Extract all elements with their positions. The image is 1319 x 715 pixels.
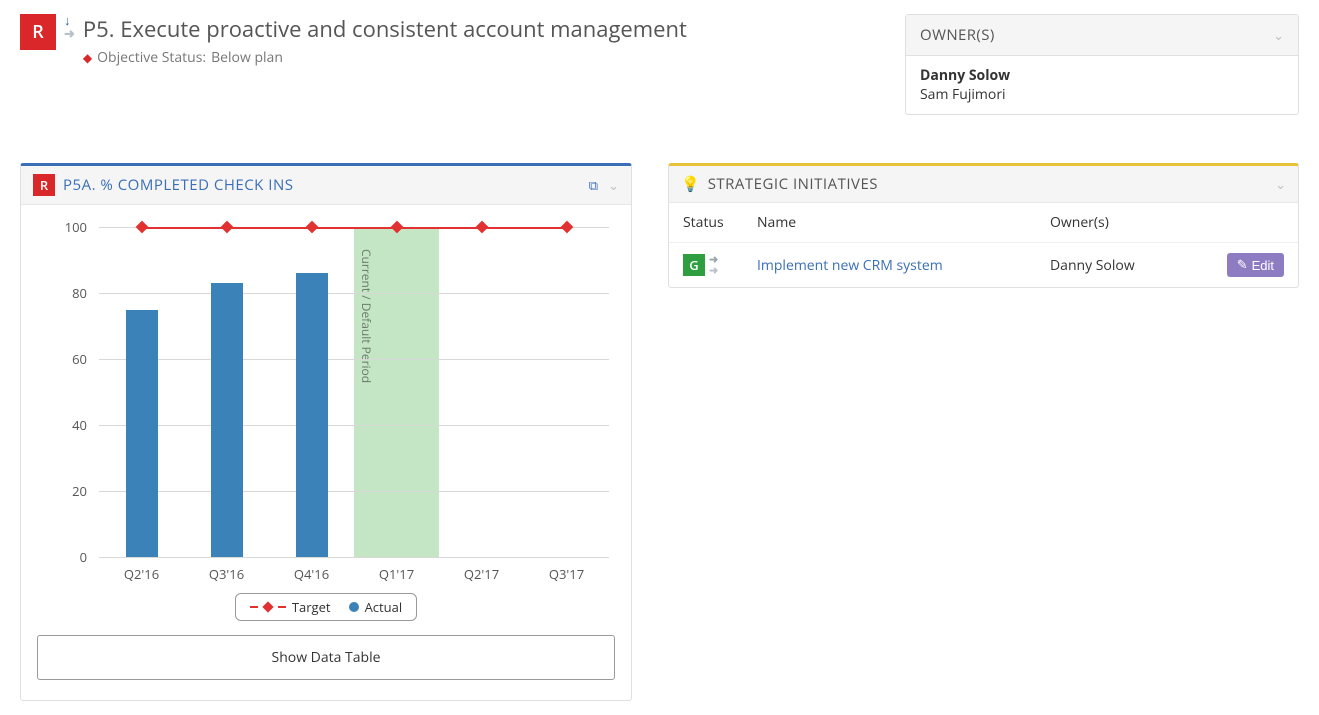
- objective-status-line: ◆ Objective Status: Below plan: [83, 48, 687, 67]
- gridline: [99, 425, 609, 426]
- target-point[interactable]: [560, 221, 573, 234]
- x-axis-tick-label: Q1'17: [354, 565, 439, 583]
- col-status: Status: [683, 213, 743, 232]
- gridline: [99, 359, 609, 360]
- pencil-icon: ✎: [1237, 257, 1248, 273]
- y-axis-tick-label: 60: [27, 350, 87, 368]
- x-axis-tick-label: Q4'16: [269, 565, 354, 583]
- chart-title: P5A. % COMPLETED CHECK INS: [63, 175, 581, 195]
- initiatives-panel: 💡 STRATEGIC INITIATIVES ⌄ Status Name Ow…: [668, 163, 1299, 288]
- initiative-row: G➜➜ Implement new CRM system Danny Solow ✎ …: [669, 243, 1298, 287]
- col-owner: Owner(s): [1050, 213, 1210, 232]
- initiative-owner: Danny Solow: [1050, 256, 1210, 275]
- chart-status-badge: R: [33, 174, 55, 196]
- y-axis-tick-label: 80: [27, 284, 87, 302]
- collapse-toggle-icon[interactable]: ⌄: [1273, 26, 1284, 44]
- x-axis-tick-label: Q3'17: [524, 565, 609, 583]
- owners-panel: OWNER(S) ⌄ Danny Solow Sam Fujimori: [905, 14, 1299, 115]
- y-axis-tick-label: 100: [27, 218, 87, 236]
- x-axis-tick-label: Q2'17: [439, 565, 524, 583]
- objective-status-label: Objective Status:: [97, 48, 206, 67]
- legend-actual[interactable]: Actual: [349, 598, 403, 616]
- gridline: [99, 491, 609, 492]
- target-point[interactable]: [305, 221, 318, 234]
- owners-panel-title: OWNER(S): [920, 25, 995, 45]
- cascade-arrow-icon[interactable]: ➜➜: [709, 254, 718, 276]
- col-name: Name: [757, 213, 1036, 232]
- target-line: [142, 227, 567, 229]
- target-point[interactable]: [220, 221, 233, 234]
- owner-secondary: Sam Fujimori: [920, 85, 1284, 104]
- initiative-name-link[interactable]: Implement new CRM system: [757, 256, 943, 275]
- initiatives-panel-title: STRATEGIC INITIATIVES: [708, 174, 1267, 194]
- initiatives-header-row: Status Name Owner(s): [669, 203, 1298, 243]
- x-axis-tick-label: Q3'16: [184, 565, 269, 583]
- target-point[interactable]: [135, 221, 148, 234]
- lightbulb-icon: 💡: [681, 174, 700, 194]
- y-axis-tick-label: 20: [27, 482, 87, 500]
- show-data-table-button[interactable]: Show Data Table: [37, 635, 615, 680]
- initiatives-collapse-icon[interactable]: ⌄: [1275, 175, 1286, 193]
- chart-area: Current / Default Period 0 20 40 60 80 100 Q2'…: [27, 217, 622, 587]
- edit-button[interactable]: ✎ Edit: [1227, 253, 1284, 277]
- target-point[interactable]: [475, 221, 488, 234]
- bar-actual[interactable]: [126, 310, 158, 558]
- bar-actual[interactable]: [296, 273, 328, 557]
- chart-collapse-icon[interactable]: ⌄: [608, 176, 619, 194]
- cascade-arrow-icon[interactable]: ↓ ➜: [64, 14, 75, 40]
- current-period-band: Current / Default Period: [354, 227, 439, 557]
- x-axis-tick-label: Q2'16: [99, 565, 184, 583]
- gridline: [99, 557, 609, 558]
- page-title: P5. Execute proactive and consistent acc…: [83, 14, 687, 44]
- owner-primary: Danny Solow: [920, 66, 1284, 85]
- bar-actual[interactable]: [211, 283, 243, 557]
- chart-legend: Target Actual: [235, 593, 417, 621]
- gridline: [99, 293, 609, 294]
- open-external-icon[interactable]: ⧉: [589, 176, 598, 194]
- objective-status-value: Below plan: [211, 48, 283, 67]
- legend-target[interactable]: Target: [250, 598, 331, 616]
- chart-panel: R P5A. % COMPLETED CHECK INS ⧉ ⌄ Current…: [20, 163, 632, 701]
- status-diamond-icon: ◆: [83, 49, 92, 66]
- page-header: R ↓ ➜ P5. Execute proactive and consiste…: [20, 14, 875, 67]
- current-period-label: Current / Default Period: [358, 249, 375, 383]
- y-axis-tick-label: 0: [27, 548, 87, 566]
- y-axis-tick-label: 40: [27, 416, 87, 434]
- objective-status-badge: R: [20, 14, 56, 50]
- initiative-status-badge: G: [683, 254, 705, 276]
